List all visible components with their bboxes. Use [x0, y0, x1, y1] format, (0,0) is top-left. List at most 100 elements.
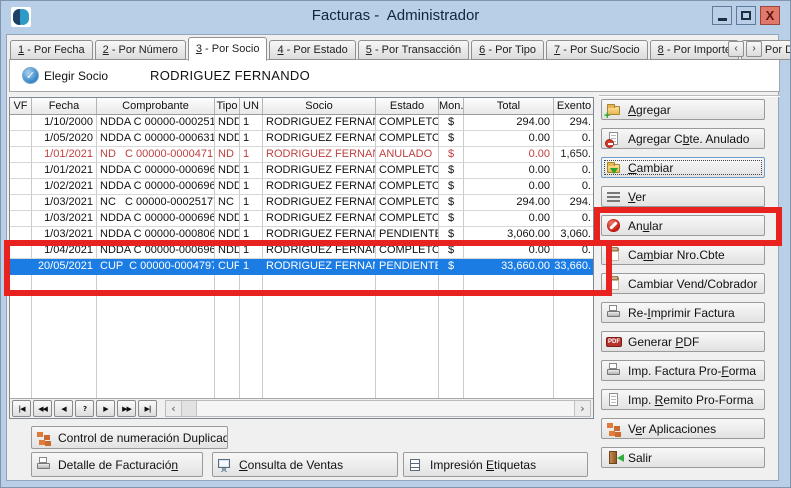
column-header-mon[interactable]: Mon. — [439, 98, 464, 114]
cell-fecha: 1/01/2021 — [32, 147, 97, 163]
column-header-exento[interactable]: Exento — [554, 98, 594, 114]
cell-mon: $ — [439, 163, 464, 179]
cell-comprobante: NDDA C 00000-0006316 — [97, 131, 215, 147]
cambiar-vend-cobrador-button[interactable]: Cambiar Vend/Cobrador — [601, 273, 765, 294]
nav-fast-next-button[interactable]: ▶▶ — [117, 400, 136, 417]
agregar-button[interactable]: +Agregar — [601, 99, 765, 120]
table-row-empty — [10, 291, 593, 307]
cell-empty — [376, 291, 439, 307]
cell-un: 1 — [240, 259, 263, 275]
column-header-socio[interactable]: Socio — [263, 98, 376, 114]
table-row[interactable]: 1/01/2021ND C 00000-00004717ND1RODRIGUEZ… — [10, 147, 593, 163]
maximize-button[interactable] — [736, 6, 756, 25]
scroll-left-button[interactable]: ‹ — [166, 401, 182, 416]
table-row[interactable]: 1/04/2021NDDA C 00000-0006964NDD1RODRIGU… — [10, 243, 593, 259]
table-row[interactable]: 1/03/2021NDDA C 00000-0006964NDD1RODRIGU… — [10, 211, 593, 227]
table-row[interactable]: 1/03/2021NC C 00000-00025177NC1RODRIGUEZ… — [10, 195, 593, 211]
tab-8-por-importe[interactable]: 8 - Por Importe — [650, 40, 739, 60]
horizontal-scrollbar[interactable]: ‹ › — [165, 400, 591, 417]
column-header-estado[interactable]: Estado — [376, 98, 439, 114]
button-label: Salir — [628, 451, 652, 465]
table-row[interactable]: 20/05/2021CUP C 00000-00047970CUP1RODRIG… — [10, 259, 593, 275]
table-row[interactable]: 1/10/2000NDDA C 00000-0002517NDD1RODRIGU… — [10, 115, 593, 131]
grid-body: 1/10/2000NDDA C 00000-0002517NDD1RODRIGU… — [10, 115, 593, 398]
cell-empty — [97, 371, 215, 387]
column-header-comprobante[interactable]: Comprobante — [97, 98, 215, 114]
imp-factura-pro-forma-button[interactable]: Imp. Factura Pro-Forma — [601, 360, 765, 381]
table-row[interactable]: 1/01/2021NDDA C 00000-0006964NDD1RODRIGU… — [10, 163, 593, 179]
impresi-n-etiquetas-button[interactable]: Impresión Etiquetas — [403, 452, 588, 477]
table-row[interactable]: 1/03/2021NDDA C 00000-0008068NDD1RODRIGU… — [10, 227, 593, 243]
cell-empty — [554, 275, 593, 291]
scrollbar-thumb[interactable] — [182, 401, 197, 416]
cell-empty — [97, 323, 215, 339]
column-header-vf[interactable]: VF — [10, 98, 32, 114]
nav-last-button[interactable]: ▶| — [138, 400, 157, 417]
re-imprimir-factura-button[interactable]: Re-Imprimir Factura — [601, 302, 765, 323]
tab-2-por-n-mero[interactable]: 2 - Por Número — [95, 40, 186, 60]
cell-empty — [32, 371, 97, 387]
cell-fecha: 1/05/2020 — [32, 131, 97, 147]
page-lines-icon — [606, 392, 622, 408]
tab-1-por-fecha[interactable]: 1 - Por Fecha — [10, 40, 93, 60]
imp-remito-pro-forma-button[interactable]: Imp. Remito Pro-Forma — [601, 389, 765, 410]
nav-help-button[interactable]: ? — [75, 400, 94, 417]
cell-empty — [240, 355, 263, 371]
cell-tipo: NDD — [215, 227, 240, 243]
cell-estado: COMPLETO — [376, 195, 439, 211]
tab-6-por-tipo[interactable]: 6 - Por Tipo — [471, 40, 544, 60]
cell-socio: RODRIGUEZ FERNAN — [263, 163, 376, 179]
generar-pdf-button[interactable]: PDFGenerar PDF — [601, 331, 765, 352]
nav-fast-prev-button[interactable]: ◀◀ — [33, 400, 52, 417]
elegir-socio-button[interactable]: ✓ Elegir Socio — [22, 68, 108, 84]
diagram-icon — [36, 430, 52, 446]
cell-empty — [240, 323, 263, 339]
cell-empty — [32, 275, 97, 291]
cell-total: 0.00 — [464, 147, 554, 163]
control-numeracion-duplicados-button[interactable]: Control de numeración Duplicados — [31, 426, 228, 449]
cell-empty — [263, 291, 376, 307]
cell-comprobante: NDDA C 00000-0006964 — [97, 243, 215, 259]
nav-prev-button[interactable]: ◀ — [54, 400, 73, 417]
tab-scroll-prev-button[interactable]: ‹ — [728, 41, 744, 57]
cell-empty — [376, 387, 439, 398]
table-row[interactable]: 1/05/2020NDDA C 00000-0006316NDD1RODRIGU… — [10, 131, 593, 147]
monitor-icon — [217, 457, 233, 473]
tab-4-por-estado[interactable]: 4 - Por Estado — [269, 40, 355, 60]
ver-aplicaciones-button[interactable]: Ver Aplicaciones — [601, 418, 765, 439]
column-header-tipo[interactable]: Tipo — [215, 98, 240, 114]
table-row[interactable]: 1/02/2021NDDA C 00000-0006964NDD1RODRIGU… — [10, 179, 593, 195]
cell-comprobante: NC C 00000-00025177 — [97, 195, 215, 211]
anular-button[interactable]: Anular — [601, 215, 765, 236]
tab-3-por-socio[interactable]: 3 - Por Socio — [188, 37, 268, 61]
consulta-de-ventas-button[interactable]: Consulta de Ventas — [212, 452, 398, 477]
tab-scroll-next-button[interactable]: › — [746, 41, 762, 57]
cambiar-button[interactable]: Cambiar — [601, 157, 765, 178]
cancel-icon — [606, 218, 622, 234]
window: Facturas - Administrador X 1 - Por Fecha… — [0, 0, 791, 488]
nav-first-button[interactable]: |◀ — [12, 400, 31, 417]
column-header-fecha[interactable]: Fecha — [32, 98, 97, 114]
detalle-de-facturaci-n-button[interactable]: Detalle de Facturación — [31, 452, 203, 477]
scroll-right-button[interactable]: › — [574, 401, 590, 416]
printer-icon — [606, 363, 622, 379]
cell-empty — [439, 355, 464, 371]
tab-7-por-suc-socio[interactable]: 7 - Por Suc/Socio — [546, 40, 648, 60]
close-button[interactable]: X — [760, 6, 780, 25]
minimize-button[interactable] — [712, 6, 732, 25]
cell-empty — [240, 387, 263, 398]
cell-empty — [464, 371, 554, 387]
agregar-cbte-anulado-button[interactable]: Agregar Cbte. Anulado — [601, 128, 765, 149]
salir-button[interactable]: Salir — [601, 447, 765, 468]
cambiar-nro-cbte-button[interactable]: Cambiar Nro.Cbte — [601, 244, 765, 265]
cell-empty — [32, 291, 97, 307]
cell-empty — [464, 323, 554, 339]
invoice-grid: VFFechaComprobanteTipoUNSocioEstadoMon.T… — [9, 97, 594, 419]
tab-5-por-transacci-n[interactable]: 5 - Por Transacción — [358, 40, 469, 60]
nav-next-button[interactable]: ▶ — [96, 400, 115, 417]
cell-estado: PENDIENTE — [376, 259, 439, 275]
column-header-un[interactable]: UN — [240, 98, 263, 114]
column-header-total[interactable]: Total — [464, 98, 554, 114]
cell-mon: $ — [439, 179, 464, 195]
ver-button[interactable]: Ver — [601, 186, 765, 207]
